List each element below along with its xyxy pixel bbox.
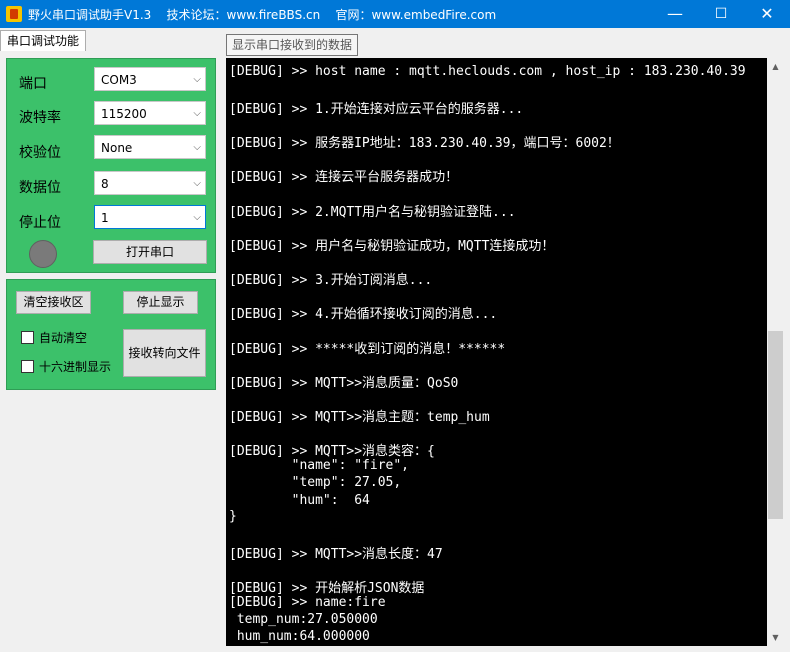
parity-select[interactable]: None ⌵ [94, 135, 206, 159]
terminal-line: [DEBUG] >> MQTT>>消息长度：47 [229, 547, 443, 562]
terminal-line: [DEBUG] >> *****收到订阅的消息！****** [229, 342, 506, 357]
terminal-line: [DEBUG] >> MQTT>>消息类容：{ [229, 444, 435, 459]
terminal-line: hum_num:64.000000 [229, 629, 370, 644]
auto-clear-label: 自动清空 [39, 331, 88, 345]
chevron-down-icon: ⌵ [193, 142, 201, 153]
app-icon [6, 6, 22, 22]
port-status-led [29, 240, 57, 268]
close-button[interactable]: ✕ [744, 0, 790, 28]
terminal-line: [DEBUG] >> 服务器IP地址：183.230.40.39，端口号：600… [229, 136, 620, 151]
terminal-line: [DEBUG] >> 连接云平台服务器成功！ [229, 170, 459, 185]
parity-label: 校验位 [19, 145, 61, 161]
tooltip: 显示串口接收到的数据 [226, 34, 359, 56]
minimize-button[interactable]: — [652, 0, 698, 28]
terminal-line: "temp": 27.05, [229, 475, 402, 490]
terminal-line: } [229, 509, 237, 524]
databits-value: 8 [101, 177, 109, 191]
terminal-line: [DEBUG] >> name:fire [229, 595, 386, 610]
databits-select[interactable]: 8 ⌵ [94, 171, 206, 195]
vertical-scrollbar[interactable]: ▲ ▼ [767, 58, 784, 646]
stop-display-button[interactable]: 停止显示 [123, 291, 198, 314]
terminal-line: temp_num:27.050000 [229, 612, 378, 627]
terminal-line: [DEBUG] >> 4.开始循环接收订阅的消息... [229, 307, 498, 322]
port-select[interactable]: COM3 ⌵ [94, 67, 206, 91]
chevron-down-icon: ⌵ [193, 74, 201, 85]
auto-clear-checkbox[interactable] [21, 331, 34, 344]
chevron-down-icon: ⌵ [193, 178, 201, 189]
port-value: COM3 [101, 73, 137, 87]
scrollbar-thumb[interactable] [768, 331, 783, 519]
hex-display-label: 十六进制显示 [39, 360, 112, 374]
maximize-button[interactable]: ☐ [698, 0, 744, 28]
tab-strip: 串口调试功能 [0, 28, 790, 51]
open-port-button[interactable]: 打开串口 [93, 240, 207, 264]
terminal-line: [DEBUG] >> 3.开始订阅消息... [229, 273, 433, 288]
stopbits-select[interactable]: 1 ⌵ [94, 205, 206, 229]
chevron-down-icon: ⌵ [193, 108, 201, 119]
receive-options-panel: 清空接收区 停止显示 自动清空 十六进制显示 接收转向文件 [6, 279, 216, 390]
terminal-line: [DEBUG] >> 用户名与秘钥验证成功，MQTT连接成功！ [229, 239, 555, 254]
tab-serial-debug[interactable]: 串口调试功能 [0, 30, 87, 51]
baud-label: 波特率 [19, 110, 61, 126]
scroll-down-icon[interactable]: ▼ [767, 629, 784, 646]
terminal-line: [DEBUG] >> MQTT>>消息质量：QoS0 [229, 376, 459, 391]
terminal-line: [DEBUG] >> 开始解析JSON数据 [229, 581, 425, 596]
clear-receive-button[interactable]: 清空接收区 [16, 291, 91, 314]
hex-display-checkbox[interactable] [21, 360, 34, 373]
receive-output-area[interactable]: [DEBUG] >> host name : mqtt.heclouds.com… [226, 58, 767, 646]
terminal-line: [DEBUG] >> 2.MQTT用户名与秘钥验证登陆... [229, 205, 516, 220]
terminal-line: [DEBUG] >> MQTT>>消息主题：temp_hum [229, 410, 490, 425]
databits-label: 数据位 [19, 180, 61, 196]
baud-value: 115200 [101, 107, 147, 121]
scroll-up-icon[interactable]: ▲ [767, 58, 784, 75]
terminal-line: "hum": 64 [229, 493, 370, 508]
title-bar: 野火串口调试助手V1.3 技术论坛：www.fireBBS.cn 官网：www.… [0, 0, 790, 28]
terminal-line: [DEBUG] >> 1.开始连接对应云平台的服务器... [229, 102, 524, 117]
terminal-line: [DEBUG] >> host name : mqtt.heclouds.com… [229, 64, 746, 79]
parity-value: None [101, 141, 133, 155]
receive-to-file-button[interactable]: 接收转向文件 [123, 329, 206, 377]
port-label: 端口 [19, 76, 47, 92]
terminal-line: "name": "fire", [229, 458, 410, 473]
chevron-down-icon: ⌵ [193, 212, 201, 223]
window-title: 野火串口调试助手V1.3 技术论坛：www.fireBBS.cn 官网：www.… [28, 8, 497, 22]
stopbits-label: 停止位 [19, 215, 61, 231]
stopbits-value: 1 [101, 211, 109, 225]
baud-select[interactable]: 115200 ⌵ [94, 101, 206, 125]
